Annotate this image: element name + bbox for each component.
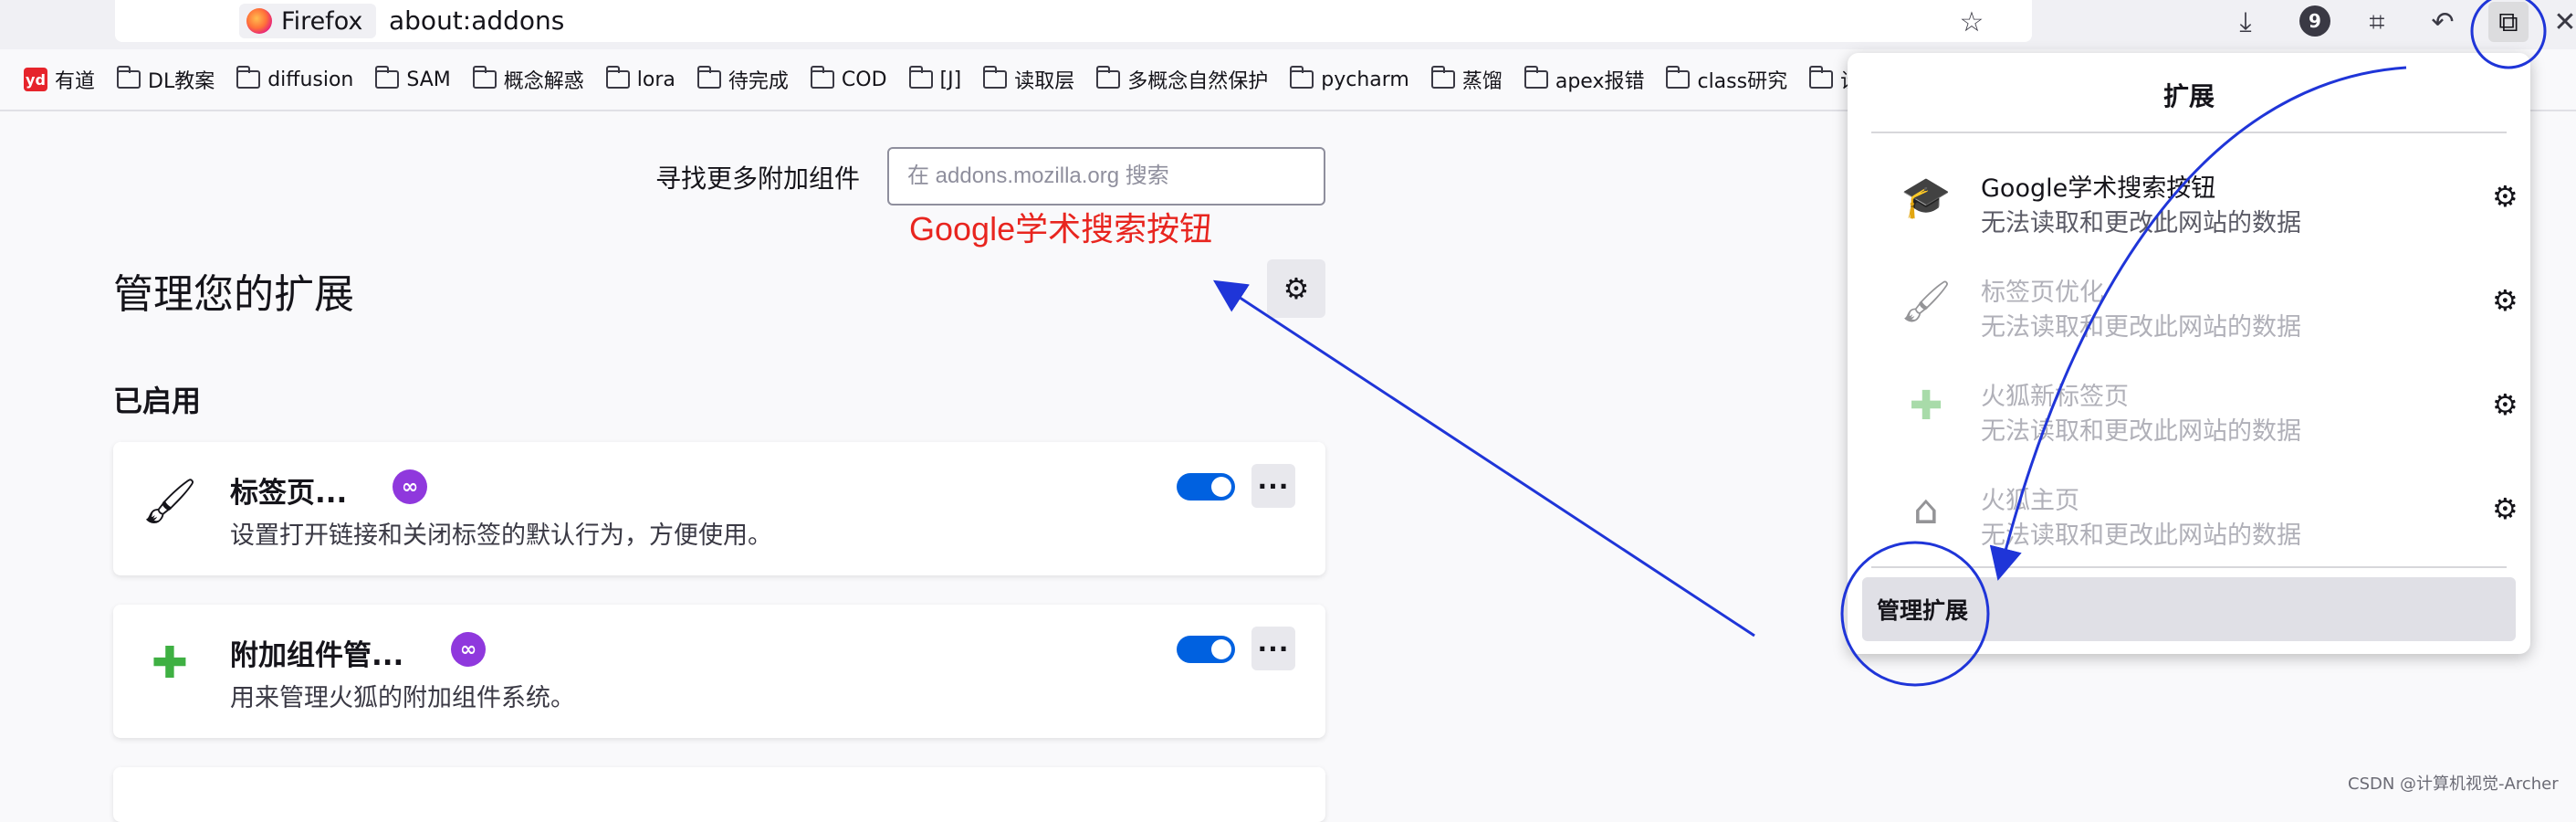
folder-icon <box>983 66 1008 89</box>
panel-title: 扩展 <box>2162 81 2215 111</box>
youdao-logo: yd <box>24 68 47 91</box>
addon-more-options-button[interactable]: ··· <box>1251 627 1295 670</box>
bookmark-folder[interactable]: apex报错 <box>1524 65 1644 94</box>
toolbar-badge[interactable]: 9 <box>2299 5 2330 37</box>
undo-icon[interactable]: ↶ <box>2424 4 2461 40</box>
bookmark-folder[interactable]: SAM <box>375 66 451 91</box>
identity-box[interactable]: Firefox <box>239 4 376 38</box>
addon-card[interactable] <box>113 767 1325 822</box>
puzzle-icon: ⧉ <box>2498 5 2518 38</box>
folder-icon <box>1809 66 1834 89</box>
bookmark-folder[interactable]: pycharm <box>1290 66 1409 91</box>
extension-status: 无法读取和更改此网站的数据 <box>1981 522 2301 550</box>
folder-icon <box>1096 66 1121 89</box>
bookmark-folder[interactable]: 读取层 <box>983 65 1074 94</box>
folder-icon <box>605 66 630 89</box>
folder-icon <box>696 66 721 89</box>
url-bar[interactable]: Firefox about:addons <box>115 0 2032 42</box>
addon-enable-toggle[interactable] <box>1177 636 1235 663</box>
downloads-icon[interactable]: ⤓ <box>2227 4 2264 40</box>
folder-icon <box>810 66 834 89</box>
close-icon[interactable]: ✕ <box>2547 4 2576 40</box>
extension-name: Google学术搜索按钮 <box>1981 174 2216 203</box>
bookmark-folder[interactable]: COD <box>810 66 887 91</box>
bookmark-star-icon[interactable]: ☆ <box>1953 4 1990 40</box>
folder-icon <box>1430 66 1455 89</box>
bookmark-item[interactable]: yd 有道 <box>24 65 95 94</box>
amo-search-input[interactable] <box>887 147 1325 206</box>
divider <box>1871 132 2507 133</box>
scholar-cap-icon: 🎓 <box>1901 174 1952 221</box>
url-text[interactable]: about:addons <box>389 5 564 37</box>
folder-icon <box>117 66 141 89</box>
panel-extension-item[interactable]: ✚ 火狐新标签页 无法读取和更改此网站的数据 ⚙ <box>1871 360 2518 455</box>
addon-enable-toggle[interactable] <box>1177 473 1235 501</box>
addon-description: 设置打开链接和关闭标签的默认行为，方便使用。 <box>230 522 772 550</box>
folder-icon <box>1666 66 1691 89</box>
folder-icon <box>375 66 400 89</box>
bookmark-folder[interactable]: 概念解惑 <box>472 65 584 94</box>
find-more-addons-label: 寻找更多附加组件 <box>655 163 861 194</box>
firefox-logo-icon <box>246 8 272 34</box>
manage-extensions-button[interactable]: 管理扩展 <box>1862 577 2516 641</box>
bookmark-folder[interactable]: 蒸馏 <box>1430 65 1503 94</box>
extension-status: 无法读取和更改此网站的数据 <box>1981 209 2301 237</box>
tools-gear-button[interactable]: ⚙ <box>1267 259 1325 318</box>
addon-card[interactable]: ✚ 附加组件管... ∞ 用来管理火狐的附加组件系统。 ··· <box>113 605 1325 738</box>
addon-name[interactable]: 标签页... <box>230 469 347 511</box>
addon-more-options-button[interactable]: ··· <box>1251 464 1295 508</box>
addon-card[interactable]: 🖌 标签页... ∞ 设置打开链接和关闭标签的默认行为，方便使用。 ··· <box>113 442 1325 575</box>
annotation-text: Google学术搜索按钮 <box>909 210 1213 248</box>
bookmark-folder[interactable]: 多概念自然保护 <box>1096 65 1268 94</box>
bookmark-folder[interactable]: 待完成 <box>696 65 789 94</box>
gear-icon: ⚙ <box>1283 271 1310 306</box>
addon-description: 用来管理火狐的附加组件系统。 <box>230 684 575 712</box>
tab-options-icon: 🖌 <box>1901 279 1952 325</box>
crop-icon[interactable]: ⌗ <box>2359 4 2395 40</box>
bookmark-folder[interactable]: DL教案 <box>117 65 215 94</box>
gear-icon[interactable]: ⚙ <box>2492 179 2518 214</box>
folder-icon <box>236 66 261 89</box>
gear-icon[interactable]: ⚙ <box>2492 283 2518 318</box>
extensions-panel: 扩展 🎓 Google学术搜索按钮 无法读取和更改此网站的数据 ⚙ 🖌 标签页优… <box>1848 53 2530 654</box>
puzzle-icon: ✚ <box>151 638 189 689</box>
folder-icon <box>1290 66 1314 89</box>
page-title: 管理您的扩展 <box>113 271 354 318</box>
identity-label: Firefox <box>281 6 363 36</box>
folder-icon <box>472 66 497 89</box>
extension-status: 无法读取和更改此网站的数据 <box>1981 313 2301 342</box>
gear-icon[interactable]: ⚙ <box>2492 491 2518 526</box>
addon-name[interactable]: 附加组件管... <box>230 632 403 673</box>
private-browsing-icon: ∞ <box>393 469 427 504</box>
home-icon: ⌂ <box>1913 486 1939 533</box>
section-enabled-heading: 已启用 <box>113 384 202 418</box>
panel-extension-item[interactable]: ⌂ 火狐主页 无法读取和更改此网站的数据 ⚙ <box>1871 464 2518 559</box>
watermark: CSDN @计算机视觉-Archer <box>2348 775 2559 794</box>
divider <box>1871 566 2507 568</box>
extension-status: 无法读取和更改此网站的数据 <box>1981 417 2301 446</box>
bookmark-folder[interactable]: [J] <box>908 66 961 91</box>
browser-toolbar: Firefox about:addons ☆ ⤓ 9 ⌗ ↶ ⧉ ✕ <box>0 0 2576 49</box>
folder-icon <box>1524 66 1548 89</box>
extension-name: 火狐新标签页 <box>1981 383 2129 411</box>
bookmark-folder[interactable]: class研究 <box>1666 65 1787 94</box>
private-browsing-icon: ∞ <box>451 632 486 667</box>
bookmark-folder[interactable]: diffusion <box>236 66 353 91</box>
gear-icon[interactable]: ⚙ <box>2492 387 2518 422</box>
new-tab-icon: ✚ <box>1909 382 1943 429</box>
folder-icon <box>908 66 933 89</box>
extensions-button[interactable]: ⧉ <box>2488 2 2529 42</box>
extension-name: 标签页优化 <box>1981 279 2104 307</box>
extension-name: 火狐主页 <box>1981 487 2079 515</box>
panel-extension-item[interactable]: 🖌 标签页优化 无法读取和更改此网站的数据 ⚙ <box>1871 256 2518 351</box>
tab-options-icon: 🖌 <box>141 475 198 527</box>
panel-extension-item[interactable]: 🎓 Google学术搜索按钮 无法读取和更改此网站的数据 ⚙ <box>1871 152 2518 247</box>
bookmark-folder[interactable]: lora <box>605 66 675 91</box>
